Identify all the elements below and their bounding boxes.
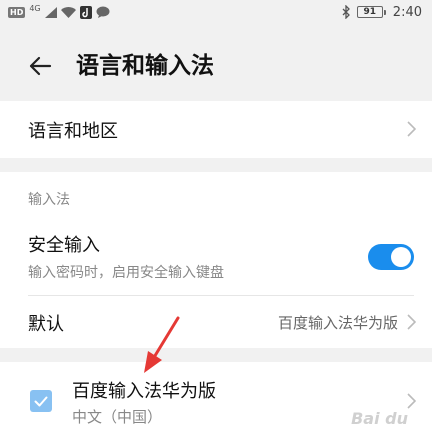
- battery-icon: 91: [356, 6, 386, 18]
- status-icons-right: 91 2:40: [342, 3, 422, 21]
- tiktok-icon: [79, 5, 92, 19]
- hd-badge: HD: [8, 6, 26, 18]
- page-header: 语言和输入法: [0, 24, 432, 108]
- battery-level: 91: [363, 7, 377, 17]
- status-bar: HD 4G 91 2:40: [0, 0, 432, 24]
- toggle-knob: [391, 247, 411, 267]
- status-icons-left: HD 4G: [8, 3, 110, 21]
- page-title: 语言和输入法: [76, 53, 214, 79]
- language-region-row[interactable]: 语言和地区: [0, 101, 432, 158]
- network-type: 4G: [29, 4, 41, 13]
- ime-name: 百度输入法华为版: [72, 381, 216, 402]
- language-region-label: 语言和地区: [28, 121, 118, 142]
- input-method-card: 输入法 安全输入 输入密码时，启用安全输入键盘 默认 百度输入法华为版: [0, 172, 432, 348]
- clock: 2:40: [392, 4, 422, 20]
- signal-icon: [44, 6, 57, 18]
- default-ime-value: 百度输入法华为版: [277, 314, 398, 332]
- secure-input-label: 安全输入: [28, 235, 100, 256]
- arrow-left-icon: [29, 56, 52, 76]
- secure-input-row[interactable]: 安全输入 输入密码时，启用安全输入键盘: [0, 224, 432, 286]
- checkmark-icon: [34, 396, 48, 406]
- wifi-icon: [60, 6, 76, 18]
- default-ime-row[interactable]: 默认 百度输入法华为版: [0, 296, 432, 348]
- baidu-watermark: Bai du: [351, 409, 408, 428]
- language-card: 语言和地区: [0, 101, 432, 158]
- bluetooth-icon: [342, 5, 350, 19]
- back-button[interactable]: [24, 50, 56, 82]
- ime-subtitle: 中文（中国）: [72, 408, 163, 426]
- message-icon: [96, 6, 110, 18]
- ime-checkbox[interactable]: [30, 390, 52, 412]
- chevron-right-icon: [404, 311, 418, 333]
- secure-input-description: 输入密码时，启用安全输入键盘: [28, 265, 224, 281]
- input-section-title: 输入法: [28, 192, 70, 208]
- chevron-right-icon: [404, 118, 418, 140]
- secure-input-toggle[interactable]: [368, 244, 414, 270]
- default-ime-label: 默认: [28, 314, 64, 335]
